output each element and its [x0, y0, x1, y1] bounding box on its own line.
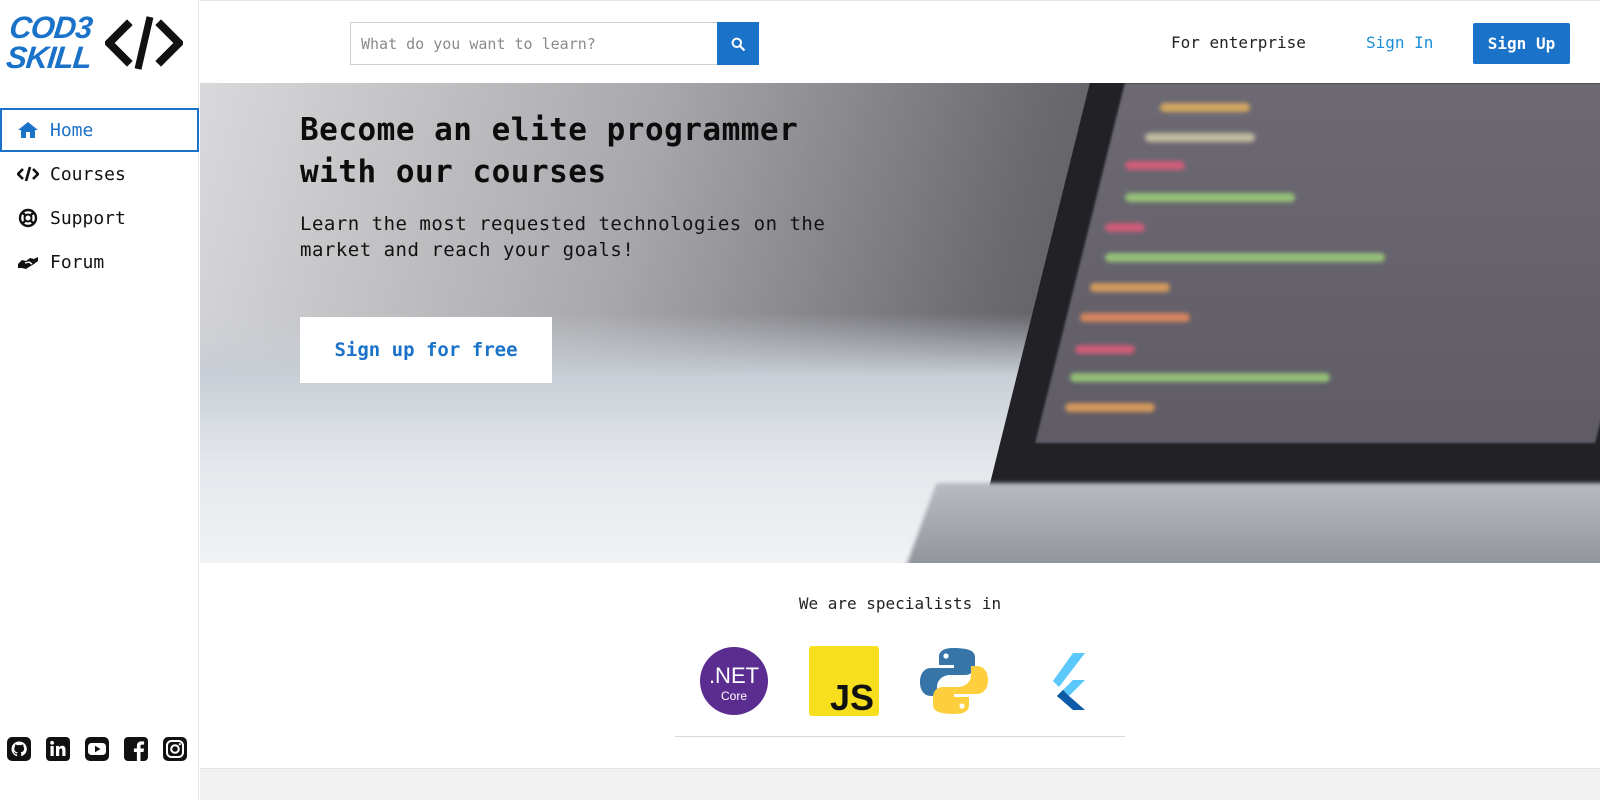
javascript-text: JS	[830, 677, 874, 716]
tech-logos: .NET Core JS	[699, 646, 1099, 716]
hero-background-keyboard	[903, 483, 1600, 563]
youtube-icon[interactable]	[84, 736, 110, 762]
sign-in-link[interactable]: Sign In	[1366, 33, 1433, 52]
hero-banner: Become an elite programmer with our cour…	[200, 83, 1600, 563]
top-bar: For enterprise Sign In Sign Up	[200, 0, 1600, 83]
code-brackets-icon	[104, 16, 183, 70]
hero-title-line2: with our courses	[300, 154, 607, 190]
flutter-logo	[1053, 653, 1085, 710]
sidebar-item-courses[interactable]: Courses	[0, 152, 199, 196]
footer-strip	[200, 768, 1600, 800]
hero-background-screen	[1035, 83, 1600, 443]
github-icon[interactable]	[6, 736, 32, 762]
python-logo	[920, 648, 988, 714]
handshake-icon	[16, 251, 40, 273]
facebook-icon[interactable]	[123, 736, 149, 762]
dotnet-core-text: Core	[721, 689, 747, 703]
search-input[interactable]	[350, 22, 717, 65]
linkedin-icon[interactable]	[45, 736, 71, 762]
sidebar-nav: Home Courses Support Forum	[0, 108, 199, 284]
brand-line2: SKILL	[4, 40, 93, 75]
instagram-icon[interactable]	[162, 736, 188, 762]
hero-title: Become an elite programmer with our cour…	[300, 109, 798, 193]
brand-logo[interactable]: COD3 SKILL	[4, 10, 188, 76]
sidebar-item-label: Courses	[50, 163, 126, 185]
search-icon	[731, 37, 745, 51]
for-enterprise-link[interactable]: For enterprise	[1171, 33, 1306, 52]
hero-title-line1: Become an elite programmer	[300, 112, 799, 148]
javascript-logo: JS	[809, 646, 879, 716]
sidebar-item-label: Forum	[50, 251, 105, 273]
sign-up-free-button[interactable]: Sign up for free	[300, 317, 552, 383]
specialists-heading: We are specialists in	[798, 594, 1002, 613]
brand-line1: COD3	[7, 10, 94, 45]
sidebar-item-forum[interactable]: Forum	[0, 240, 199, 284]
search-button[interactable]	[717, 22, 759, 65]
social-links	[6, 736, 188, 762]
sidebar-item-support[interactable]: Support	[0, 196, 199, 240]
home-icon	[16, 119, 40, 141]
dotnet-text: .NET	[709, 663, 759, 688]
dotnet-core-logo: .NET Core	[700, 647, 768, 715]
hero-subtitle: Learn the most requested technologies on…	[300, 213, 826, 261]
life-ring-icon	[16, 207, 40, 229]
sidebar-item-label: Support	[50, 207, 126, 229]
sidebar-item-home[interactable]: Home	[0, 108, 199, 152]
section-divider	[675, 736, 1125, 737]
code-icon	[16, 163, 40, 185]
search-bar	[350, 22, 759, 65]
sidebar-item-label: Home	[50, 119, 94, 141]
sidebar: COD3 SKILL Home Courses Support Forum	[0, 0, 199, 800]
brand-wordmark: COD3 SKILL	[4, 10, 96, 75]
sign-up-button[interactable]: Sign Up	[1473, 23, 1570, 64]
